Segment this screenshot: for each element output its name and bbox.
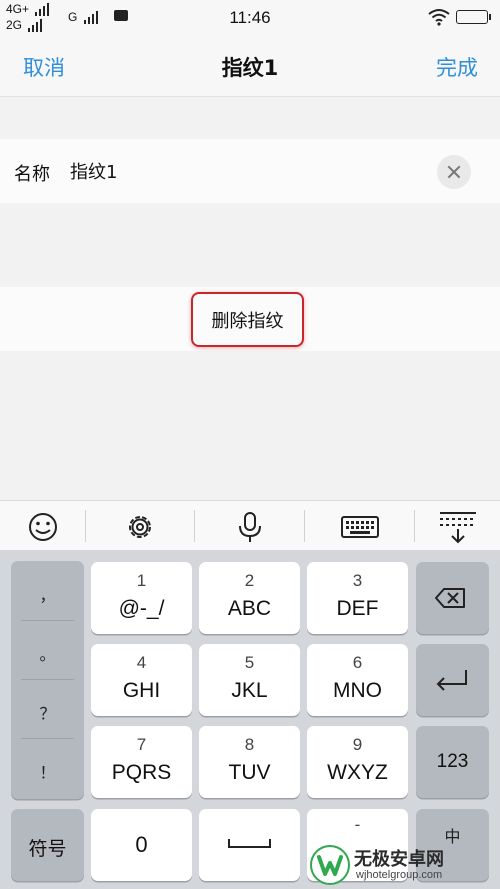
key-6[interactable]: 6 MNO [307,644,408,716]
microphone-icon[interactable] [200,501,300,551]
punct-key-question[interactable]: ？ [11,679,84,738]
hide-keyboard-icon[interactable] [408,501,500,551]
backspace-key[interactable] [416,562,489,634]
punct-key-comma[interactable]: ， [11,561,84,620]
watermark-title: 无极安卓网 [354,849,444,870]
punctuation-column: ， 。 ？ ！ [11,561,84,799]
clear-icon[interactable] [437,155,471,189]
enter-key[interactable] [416,644,489,716]
key-8[interactable]: 8 TUV [199,726,300,798]
delete-fingerprint-button[interactable]: 删除指纹 [191,292,304,347]
wifi-icon [428,9,450,26]
key-1[interactable]: 1 @-_/ [91,562,192,634]
key-7[interactable]: 7 PQRS [91,726,192,798]
nav-bar: 取消 指纹1 完成 [0,36,500,97]
key-4[interactable]: 4 GHI [91,644,192,716]
key-0[interactable]: 0 [91,809,192,881]
space-icon [228,839,271,848]
status-bar: 4G+ 2G G 11:46 [0,0,500,36]
gear-icon[interactable] [90,501,190,551]
punct-key-exclaim[interactable]: ！ [11,738,84,797]
name-row: 名称 [0,139,500,203]
toolbar-divider [85,510,86,542]
key-5[interactable]: 5 JKL [199,644,300,716]
watermark: 无极安卓网 wjhotelgroup.com [310,845,495,887]
emoji-icon[interactable] [0,501,93,551]
keyboard-icon[interactable] [310,501,410,551]
battery-icon [456,10,491,24]
toolbar-divider [194,510,195,542]
toolbar-divider [304,510,305,542]
symbols-key[interactable]: 符号 [11,809,84,881]
key-2[interactable]: 2 ABC [199,562,300,634]
numbers-key[interactable]: 123 [416,726,489,798]
name-label: 名称 [14,164,50,185]
done-button[interactable]: 完成 [436,52,478,82]
watermark-logo-icon [310,845,350,885]
name-input[interactable] [70,160,410,181]
backspace-icon [435,588,465,608]
status-time: 11:46 [229,8,271,27]
space-key[interactable] [199,809,300,881]
key-9[interactable]: 9 WXYZ [307,726,408,798]
keyboard-toolbar [0,500,500,551]
enter-icon [436,670,467,691]
watermark-subtitle: wjhotelgroup.com [356,869,443,881]
page-title: 指纹1 [221,56,279,80]
punct-key-period[interactable]: 。 [11,620,84,679]
key-3[interactable]: 3 DEF [307,562,408,634]
